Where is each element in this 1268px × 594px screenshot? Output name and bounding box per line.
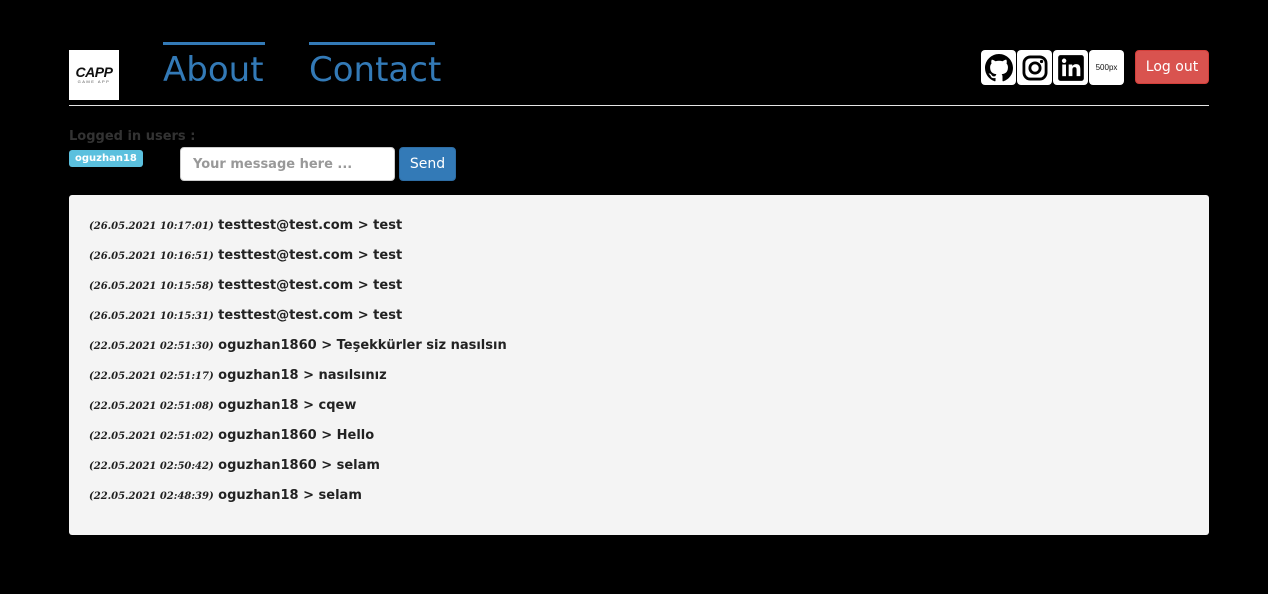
500px-icon: 500px — [1095, 63, 1118, 72]
message-text: oguzhan18 > cqew — [218, 398, 357, 413]
logged-in-users-label: Logged in users : — [69, 129, 196, 144]
instagram-button[interactable] — [1017, 50, 1052, 85]
message-row: (22.05.2021 02:48:39) oguzhan18 > selam — [89, 483, 1189, 513]
message-text: testtest@test.com > test — [218, 308, 403, 323]
message-text: oguzhan1860 > Teşekkürler siz nasılsın — [218, 338, 507, 353]
linkedin-button[interactable] — [1053, 50, 1088, 85]
message-timestamp: (22.05.2021 02:51:30) — [89, 341, 214, 352]
logo-subtext: GAME APP — [77, 79, 111, 84]
message-text: oguzhan18 > nasılsınız — [218, 368, 387, 383]
500px-button[interactable]: 500px — [1089, 50, 1124, 85]
message-timestamp: (22.05.2021 02:51:17) — [89, 371, 214, 382]
message-timestamp: (26.05.2021 10:16:51) — [89, 251, 214, 262]
message-text: oguzhan18 > selam — [218, 488, 362, 503]
message-text: oguzhan1860 > selam — [218, 458, 380, 473]
message-row: (26.05.2021 10:17:01) testtest@test.com … — [89, 213, 1189, 243]
header-divider — [69, 105, 1209, 106]
nav-contact-link[interactable]: Contact — [309, 42, 441, 95]
message-timestamp: (22.05.2021 02:48:39) — [89, 491, 214, 502]
message-text: testtest@test.com > test — [218, 218, 403, 233]
linkedin-icon — [1057, 54, 1084, 81]
user-badge: oguzhan18 — [69, 150, 143, 167]
message-text: testtest@test.com > test — [218, 248, 403, 263]
social-links: 500px — [981, 50, 1124, 85]
message-timestamp: (26.05.2021 10:17:01) — [89, 221, 214, 232]
message-timestamp: (22.05.2021 02:51:08) — [89, 401, 214, 412]
instagram-icon — [1022, 55, 1047, 80]
message-text: oguzhan1860 > Hello — [218, 428, 375, 443]
message-timestamp: (22.05.2021 02:50:42) — [89, 461, 214, 472]
send-button[interactable]: Send — [399, 147, 456, 181]
messages-panel: (26.05.2021 10:17:01) testtest@test.com … — [69, 195, 1209, 535]
message-input[interactable] — [180, 147, 395, 181]
message-timestamp: (26.05.2021 10:15:58) — [89, 281, 214, 292]
message-text: testtest@test.com > test — [218, 278, 403, 293]
message-row: (26.05.2021 10:15:58) testtest@test.com … — [89, 273, 1189, 303]
message-timestamp: (26.05.2021 10:15:31) — [89, 311, 214, 322]
message-row: (22.05.2021 02:51:17) oguzhan18 > nasıls… — [89, 363, 1189, 393]
message-row: (22.05.2021 02:51:30) oguzhan1860 > Teşe… — [89, 333, 1189, 363]
message-row: (22.05.2021 02:51:08) oguzhan18 > cqew — [89, 393, 1189, 423]
brand-logo[interactable]: CAPP GAME APP — [69, 50, 119, 100]
message-row: (22.05.2021 02:50:42) oguzhan1860 > sela… — [89, 453, 1189, 483]
github-button[interactable] — [981, 50, 1016, 85]
message-row: (26.05.2021 10:15:31) testtest@test.com … — [89, 303, 1189, 333]
message-row: (26.05.2021 10:16:51) testtest@test.com … — [89, 243, 1189, 273]
nav-about-link[interactable]: About — [163, 42, 265, 95]
message-row: (22.05.2021 02:51:02) oguzhan1860 > Hell… — [89, 423, 1189, 453]
logo-text: CAPP — [75, 64, 113, 80]
github-icon — [984, 53, 1013, 81]
logout-button[interactable]: Log out — [1135, 50, 1209, 84]
message-timestamp: (22.05.2021 02:51:02) — [89, 431, 214, 442]
page: CAPP GAME APP About Contact 500px Log ou… — [0, 0, 1268, 594]
